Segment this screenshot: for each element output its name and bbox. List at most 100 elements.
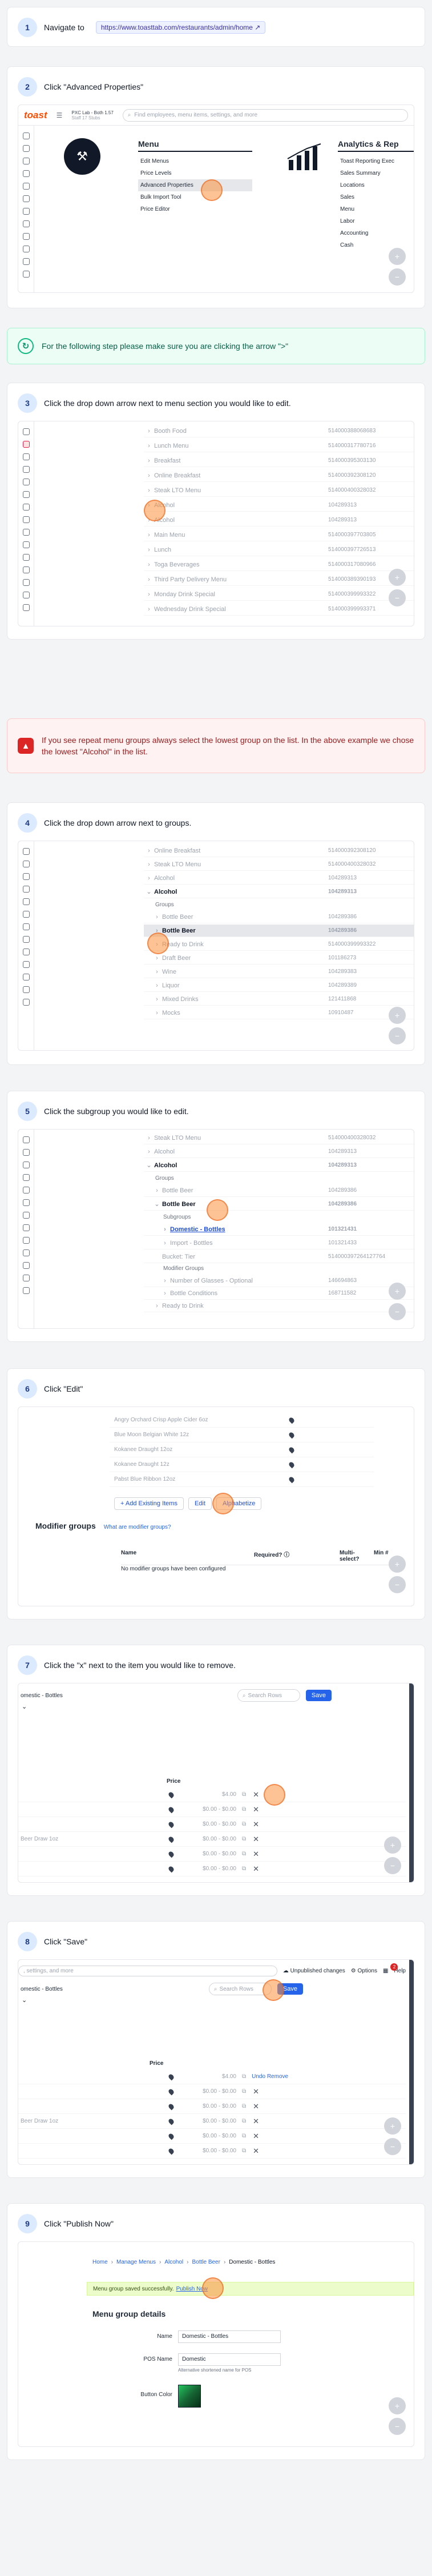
menu-row[interactable]: › Steak LTO Menu 514000400328032 — [144, 484, 414, 497]
item-row[interactable]: Blue Moon Belgian White 12z — [110, 1428, 374, 1442]
copy-icon[interactable]: ⧉ — [242, 1851, 246, 1857]
zoom-in-icon[interactable]: + — [389, 1007, 406, 1024]
zoom-out-icon[interactable]: − — [384, 2138, 401, 2155]
chart-icon[interactable] — [22, 158, 30, 164]
chevron-right-icon[interactable]: ⌄ — [144, 888, 154, 895]
menu-row[interactable]: › Third Party Delivery Menu 51400038939019… — [144, 573, 414, 586]
help-icon[interactable] — [22, 974, 30, 980]
chevron-right-icon[interactable]: › — [160, 1226, 170, 1233]
grid-icon[interactable]: ▦ — [383, 1968, 388, 1974]
item-row[interactable]: Angry Orchard Crisp Apple Cider 6oz — [110, 1413, 374, 1428]
menu-row[interactable]: › Steak LTO Menu 514000400328032 — [144, 858, 414, 871]
group-row[interactable]: › Mixed Drinks 121411868 — [144, 993, 414, 1006]
breadcrumb-item[interactable]: Home — [92, 2259, 108, 2265]
remove-x-icon[interactable]: ✕ — [253, 1850, 259, 1859]
chevron-down-icon[interactable]: ⌄ — [22, 1996, 27, 2004]
gift-icon[interactable] — [22, 923, 30, 930]
help-icon[interactable] — [22, 566, 30, 573]
copy-icon[interactable]: ⧉ — [242, 1791, 246, 1798]
menu-icon[interactable] — [22, 170, 30, 177]
card-icon[interactable] — [22, 208, 30, 215]
menu-row[interactable]: ›Alcohol104289313 — [144, 514, 414, 527]
help-icon[interactable] — [22, 1249, 30, 1256]
menu-row[interactable]: › Booth Food 514000388068683 — [144, 425, 414, 437]
menu-row[interactable]: ›Alcohol104289313 — [144, 499, 414, 512]
menu-row[interactable]: ›Alcohol104289313 — [144, 1146, 414, 1158]
toast-logo[interactable]: toast — [24, 110, 47, 121]
chevron-right-icon[interactable]: › — [160, 1277, 170, 1284]
group-row[interactable]: ›Ready to Drink514000399993322 — [144, 938, 414, 951]
price-row[interactable]: $0.00 - $0.00 ⧉ ✕ — [18, 1802, 406, 1817]
url-link[interactable]: https://www.toasttab.com/restaurants/adm… — [95, 21, 266, 34]
clock-icon[interactable] — [22, 479, 30, 485]
menu-link[interactable]: Price Levels — [138, 167, 252, 179]
copy-icon[interactable]: ⧉ — [242, 1821, 246, 1827]
card-icon[interactable] — [22, 491, 30, 498]
chevron-right-icon[interactable]: › — [144, 591, 154, 598]
zoom-in-icon[interactable]: + — [389, 569, 406, 586]
copy-icon[interactable]: ⧉ — [242, 1806, 246, 1813]
chevron-right-icon[interactable]: › — [144, 428, 154, 435]
chevron-right-icon[interactable]: › — [144, 561, 154, 568]
analytics-link[interactable]: Sales — [338, 191, 414, 203]
modifier-groups-link[interactable]: What are modifier groups? — [104, 1524, 171, 1530]
subgroup-row[interactable]: › Domestic - Bottles 101321431 — [144, 1223, 414, 1236]
remove-x-icon[interactable]: ✕ — [253, 1790, 259, 1799]
menu-row[interactable]: ⌄ Alcohol 104289313 — [144, 886, 414, 898]
plug-icon[interactable] — [22, 579, 30, 586]
price-row[interactable]: $0.00 - $0.00 ⧉ ✕ — [18, 1862, 406, 1876]
users-icon[interactable] — [22, 873, 30, 880]
home-icon[interactable] — [22, 132, 30, 139]
remove-x-icon[interactable]: ✕ — [253, 2132, 259, 2141]
chevron-right-icon[interactable]: › — [152, 955, 162, 962]
group-row[interactable]: › Mocks 10910487 — [144, 1007, 414, 1019]
menu-row[interactable]: › Online Breakfast 514000392308120 — [144, 845, 414, 857]
remove-x-icon[interactable]: ✕ — [253, 1820, 259, 1829]
chevron-right-icon[interactable]: › — [144, 875, 154, 882]
zoom-in-icon[interactable]: + — [389, 1283, 406, 1300]
menu-row[interactable]: ⌄ Alcohol 104289313 — [144, 1159, 414, 1172]
button-color-swatch[interactable] — [178, 2385, 201, 2408]
copy-icon[interactable]: ⧉ — [242, 2073, 246, 2080]
gift-icon[interactable] — [22, 233, 30, 240]
chart-icon[interactable] — [22, 861, 30, 867]
chevron-right-icon[interactable]: › — [144, 532, 154, 538]
chevron-right-icon[interactable]: › — [144, 457, 154, 464]
zoom-in-icon[interactable]: + — [389, 1556, 406, 1573]
plug-icon[interactable] — [22, 986, 30, 993]
users-icon[interactable] — [22, 466, 30, 473]
remove-x-icon[interactable]: ✕ — [253, 1805, 259, 1814]
group-row[interactable]: › Draft Beer 101186273 — [144, 952, 414, 965]
menu-link[interactable]: Advanced Properties — [138, 179, 252, 191]
clock-icon[interactable] — [22, 195, 30, 202]
home-icon[interactable] — [22, 428, 30, 435]
zoom-out-icon[interactable]: − — [389, 1303, 406, 1320]
breadcrumb-item[interactable]: Bottle Beer — [192, 2259, 220, 2265]
analytics-link[interactable]: Labor — [338, 215, 414, 227]
price-row[interactable]: Beer Draw 1oz $0.00 - $0.00 ⧉ ✕ — [18, 2114, 406, 2129]
copy-icon[interactable]: ⧉ — [242, 2148, 246, 2154]
gear-icon[interactable] — [22, 1237, 30, 1244]
store-icon[interactable] — [22, 1187, 30, 1193]
price-row[interactable]: $4.00 ⧉ ✕ — [18, 1787, 406, 1802]
chart-icon[interactable] — [22, 453, 30, 460]
help-menu[interactable]: 2 Help — [390, 1963, 406, 1974]
kitchen-icon[interactable] — [22, 529, 30, 536]
group-row[interactable]: › Bottle Beer 104289386 — [144, 925, 414, 937]
menu-row[interactable]: › Breakfast 514000395303130 — [144, 455, 414, 467]
unpublished-changes[interactable]: ☁ Unpublished changes — [283, 1968, 345, 1974]
chevron-right-icon[interactable]: › — [160, 1290, 170, 1297]
menu-row[interactable]: ›Alcohol104289313 — [144, 872, 414, 885]
store-icon[interactable] — [22, 911, 30, 918]
chevron-right-icon[interactable]: › — [144, 546, 154, 553]
zoom-out-icon[interactable]: − — [389, 589, 406, 606]
copy-icon[interactable]: ⧉ — [242, 2103, 246, 2109]
global-search-input[interactable]: , settings, and more — [18, 1965, 277, 1976]
chevron-right-icon[interactable]: ⌄ — [152, 1200, 162, 1208]
zoom-in-icon[interactable]: + — [384, 2117, 401, 2135]
menu-row[interactable]: › Main Menu 514000397703805 — [144, 529, 414, 541]
copy-icon[interactable]: ⧉ — [242, 2088, 246, 2095]
gear-icon[interactable] — [22, 961, 30, 968]
chevron-right-icon[interactable]: › — [152, 1303, 162, 1309]
zoom-out-icon[interactable]: − — [389, 268, 406, 286]
